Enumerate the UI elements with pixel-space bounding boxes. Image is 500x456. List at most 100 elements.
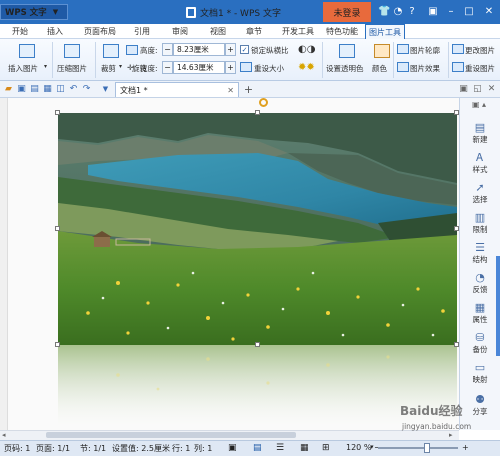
crop-button[interactable]: 裁剪 [101,63,116,74]
sidebar-item-select[interactable]: ➚ 选择 [462,178,498,208]
export-pdf-icon[interactable]: ▤ [29,84,40,95]
zoom-dropdown-icon[interactable]: ▾ [370,443,374,451]
maximize-button[interactable]: □ [461,4,477,20]
change-picture-icon[interactable] [452,44,464,54]
ribbon-divider [448,42,449,78]
feedback-bubble-icon[interactable]: ◔ [392,6,404,18]
close-button[interactable]: ✕ [481,4,497,20]
compress-picture-icon[interactable] [64,44,80,58]
status-page: 页面: 1/1 [36,444,71,453]
insert-picture-dropdown-icon[interactable]: ▾ [44,63,47,70]
brightness-icon[interactable]: ✹✹ [298,62,315,73]
height-input[interactable]: 8.23厘米 [173,43,225,56]
reading-view-icon[interactable]: ⊞ [322,443,330,453]
zoom-slider-thumb[interactable] [424,443,430,453]
document-tab[interactable]: 文档1 * ✕ [115,82,239,97]
tab-special-features[interactable]: 特色功能 [326,26,358,37]
resize-handle-top[interactable] [255,110,260,115]
minimize-button[interactable]: – [443,4,459,20]
contrast-icon[interactable]: ◐◑ [298,44,315,55]
web-view-icon[interactable]: ▦ [300,443,309,453]
pane-settings-icon[interactable]: ▣ ▴ [462,100,496,114]
insert-picture-icon[interactable] [19,44,35,58]
resize-handle-top-left[interactable] [55,110,60,115]
ribbon-divider [95,42,96,78]
sidebar-item-restrict[interactable]: ▥ 限制 [462,208,498,238]
tab-picture-tools[interactable]: 图片工具 [365,24,405,40]
login-button[interactable]: 未登录 [323,2,371,22]
insert-picture-button[interactable]: 插入图片 [8,63,38,74]
tab-list-icon[interactable]: ▣ [458,84,469,95]
color-button[interactable]: 颜色 [372,63,387,74]
height-increase-button[interactable]: + [225,43,236,56]
tab-review[interactable]: 审阅 [172,26,188,37]
sidebar-item-new[interactable]: ▤ 新建 [462,118,498,148]
style-icon: Ꭺ [476,150,484,164]
crop-icon[interactable] [103,44,119,58]
lock-ratio-checkbox[interactable]: ✓ [240,45,249,54]
print-icon[interactable]: ▦ [42,84,53,95]
sidebar-item-properties[interactable]: ▦ 属性 [462,298,498,328]
width-increase-button[interactable]: + [225,61,236,74]
close-icon[interactable]: ✕ [227,86,234,95]
scroll-left-icon[interactable]: ◂ [2,431,6,439]
tab-developer[interactable]: 开发工具 [282,26,314,37]
tab-insert[interactable]: 插入 [47,26,63,37]
sidebar-item-structure[interactable]: ☰ 结构 [462,238,498,268]
outline-view-icon[interactable]: ☰ [276,443,284,453]
tab-close-icon[interactable]: ✕ [486,84,497,95]
sidebar-item-share[interactable]: ⚉ 分享 [462,390,498,420]
reset-picture-icon[interactable] [452,62,464,72]
crop-dropdown-icon[interactable]: ▾ [119,63,122,70]
width-decrease-button[interactable]: − [162,61,173,74]
ribbon-divider [52,42,53,78]
reset-size-icon[interactable] [240,62,252,72]
tab-restore-icon[interactable]: ◱ [472,84,483,95]
picture-effect-button[interactable]: 图片效果 [410,63,440,74]
picture-outline-icon[interactable] [397,44,409,54]
print-preview-icon[interactable]: ◫ [55,84,66,95]
resize-handle-bottom-left[interactable] [55,342,60,347]
open-folder-icon[interactable]: ▰ [3,84,14,95]
zoom-in-button[interactable]: + [462,443,469,452]
tab-view[interactable]: 视图 [210,26,226,37]
new-tab-icon[interactable]: + [243,84,254,95]
help-icon[interactable]: ? [406,6,418,18]
selected-picture[interactable] [58,113,457,345]
redo-icon[interactable]: ↷ [81,84,92,95]
change-picture-button[interactable]: 更改图片 [465,45,495,56]
undo-icon[interactable]: ↶ [68,84,79,95]
picture-effect-icon[interactable] [397,62,409,72]
app-menu-button[interactable]: WPS 文字 ▼ [0,4,68,20]
sidebar-item-backup[interactable]: ⛁ 备份 [462,328,498,358]
scroll-right-icon[interactable]: ▸ [449,431,453,439]
sidebar-item-feedback[interactable]: ◔ 反馈 [462,268,498,298]
resize-handle-bottom[interactable] [255,342,260,347]
tab-start[interactable]: 开始 [12,26,28,37]
set-transparent-color-icon[interactable] [339,44,355,58]
picture-outline-button[interactable]: 图片轮廓 [410,45,440,56]
skin-icon[interactable]: 👕 [378,6,390,18]
tab-chapter[interactable]: 章节 [246,26,262,37]
rotate-handle-icon[interactable] [259,98,268,107]
horizontal-scroll-thumb[interactable] [46,432,296,438]
width-input[interactable]: 14.63厘米 [173,61,225,74]
color-icon[interactable] [374,44,390,58]
zoom-slider[interactable] [378,447,458,449]
reset-picture-button[interactable]: 重设图片 [465,63,495,74]
sidebar-item-style[interactable]: Ꭺ 样式 [462,148,498,178]
zoom-level[interactable]: 120 % [346,443,371,452]
reset-size-button[interactable]: 重设大小 [254,63,284,74]
resize-handle-left[interactable] [55,226,60,231]
height-decrease-button[interactable]: − [162,43,173,56]
sidebar-item-slideshow[interactable]: ▭ 映射 [462,358,498,388]
tab-page-layout[interactable]: 页面布局 [84,26,116,37]
set-transparent-color-button[interactable]: 设置透明色 [326,63,364,74]
focus-mode-icon[interactable]: ▣ [228,443,237,453]
restore-ribbon-icon[interactable]: ▣ [425,4,441,20]
page-view-icon[interactable]: ▤ [253,443,262,453]
compress-picture-button[interactable]: 压缩图片 [57,63,87,74]
tab-references[interactable]: 引用 [134,26,150,37]
customize-dropdown-icon[interactable]: ▼ [100,84,111,95]
save-icon[interactable]: ▣ [16,84,27,95]
